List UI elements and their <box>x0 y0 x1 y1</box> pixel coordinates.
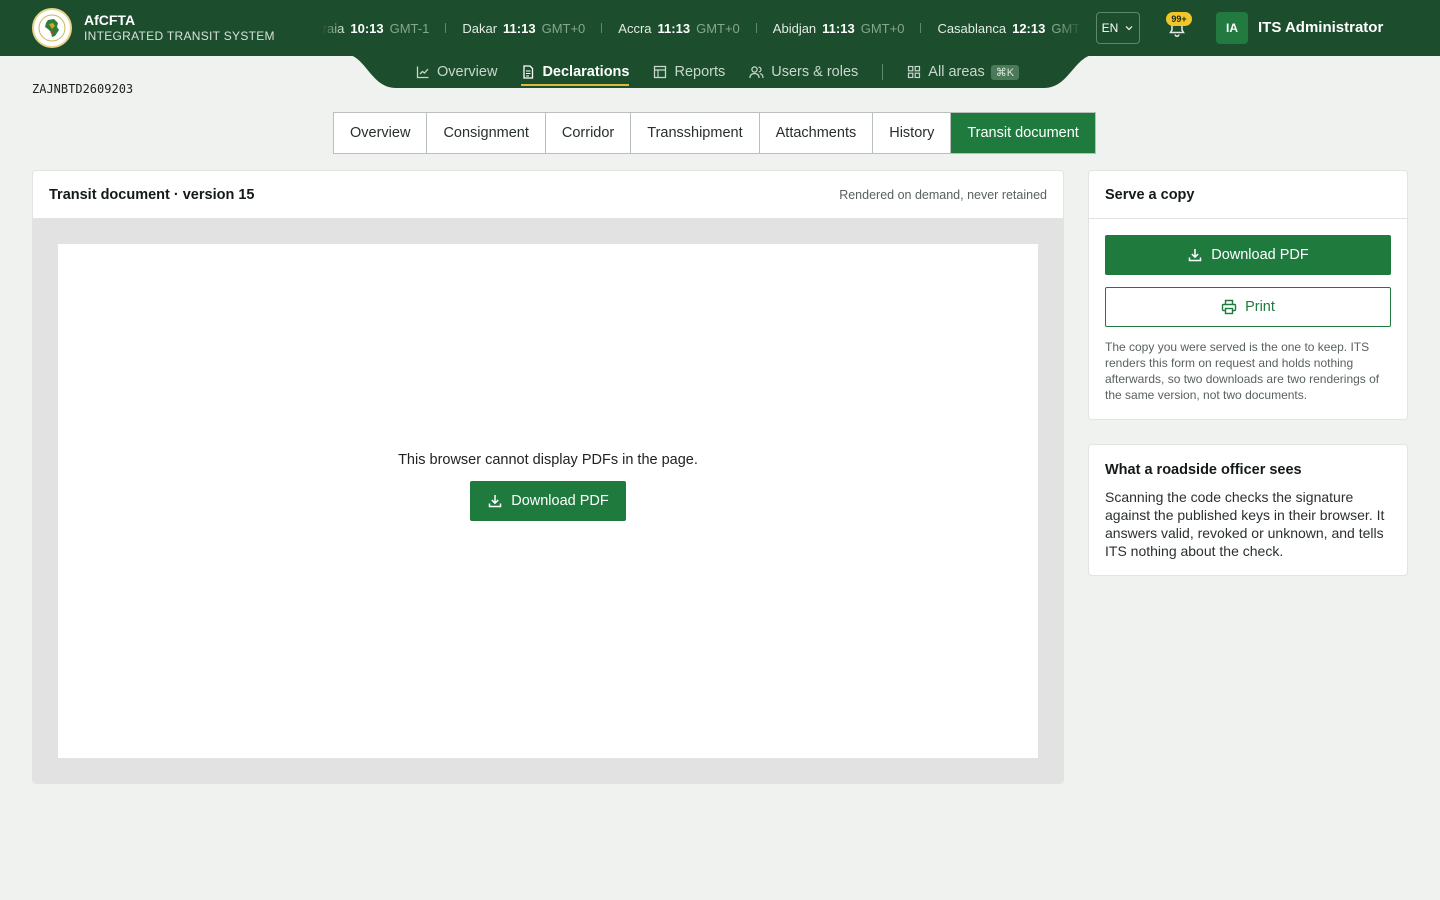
pdf-viewer: This browser cannot display PDFs in the … <box>33 219 1063 783</box>
language-value: EN <box>1101 21 1119 35</box>
brand-title: AfCFTA <box>84 11 136 28</box>
clock-accra: Accra 11:13 GMT+0 <box>618 20 740 36</box>
print-label: Print <box>1245 299 1275 315</box>
table-icon <box>654 65 667 79</box>
main-nav: Overview Declarations Reports Users & ro… <box>416 56 1043 88</box>
download-pdf-label: Download PDF <box>511 492 609 509</box>
document-header: Transit document · version 15 Rendered o… <box>33 171 1063 219</box>
nav-users-roles[interactable]: Users & roles <box>749 57 858 87</box>
notification-badge: 99+ <box>1166 12 1192 26</box>
declaration-tabs: Overview Consignment Corridor Transshipm… <box>333 112 1096 154</box>
clock-casablanca: Casablanca12:13GMT+1 <box>937 20 1082 36</box>
tab-history[interactable]: History <box>873 113 952 153</box>
serve-copy-title: Serve a copy <box>1105 186 1195 203</box>
download-icon <box>1188 249 1202 262</box>
download-pdf-button[interactable]: Download PDF <box>470 480 626 521</box>
document-note: Rendered on demand, never retained <box>839 187 1047 202</box>
tab-transshipment[interactable]: Transshipment <box>631 113 760 153</box>
tab-transit-document[interactable]: Transit document <box>951 113 1095 153</box>
roadside-officer-card: What a roadside officer sees Scanning th… <box>1088 444 1408 576</box>
clock-praia: Praia10:13GMT-1 <box>322 20 430 36</box>
tab-consignment[interactable]: Consignment <box>427 113 546 153</box>
clock-abidjan: Abidjan 11:13 GMT+0 <box>772 20 905 36</box>
nav-overview[interactable]: Overview <box>416 57 497 87</box>
printer-icon <box>1221 299 1237 315</box>
document-title: Transit document · version 15 <box>49 186 255 203</box>
serve-copy-note: The copy you were served is the one to k… <box>1105 340 1380 402</box>
tab-corridor[interactable]: Corridor <box>546 113 632 153</box>
tab-overview[interactable]: Overview <box>334 113 428 153</box>
pdf-fallback-message: This browser cannot display PDFs in the … <box>398 451 698 468</box>
pdf-page: This browser cannot display PDFs in the … <box>58 244 1038 758</box>
download-icon <box>488 494 502 507</box>
grid-icon <box>908 65 921 79</box>
nav-all-areas[interactable]: All areas ⌘K <box>907 57 1020 87</box>
language-select[interactable]: EN <box>1096 12 1140 44</box>
clock-dakar: Dakar 11:13 GMT+0 <box>462 20 586 36</box>
transit-document-panel: Transit document · version 15 Rendered o… <box>32 170 1064 784</box>
declaration-reference: ZAJNBTD2609203 <box>32 82 134 96</box>
document-icon <box>523 65 534 79</box>
serve-download-pdf-label: Download PDF <box>1211 247 1309 263</box>
avatar[interactable]: IA <box>1216 12 1248 44</box>
nav-declarations[interactable]: Declarations <box>521 57 630 87</box>
users-icon <box>749 66 764 79</box>
nav-divider <box>882 64 884 80</box>
serve-download-pdf-button[interactable]: Download PDF <box>1105 235 1391 275</box>
shortcut-hint: ⌘K <box>990 64 1020 80</box>
tab-attachments[interactable]: Attachments <box>760 113 874 153</box>
user-name[interactable]: ITS Administrator <box>1258 19 1383 36</box>
afcfta-logo <box>32 8 72 48</box>
nav-reports[interactable]: Reports <box>653 57 725 87</box>
brand-subtitle: INTEGRATED TRANSIT SYSTEM <box>84 28 275 43</box>
world-clocks: Praia10:13GMT-1 Dakar11:13GMT+0 Accra11:… <box>322 0 1082 56</box>
print-button[interactable]: Print <box>1105 287 1391 327</box>
chart-line-icon <box>416 66 429 79</box>
chevron-down-icon <box>1125 26 1133 31</box>
serve-copy-card: Serve a copy Download PDF Print The copy… <box>1088 170 1408 420</box>
officer-text: Scanning the code checks the signature a… <box>1105 489 1385 559</box>
chevron-down-icon[interactable] <box>1390 22 1402 34</box>
officer-title: What a roadside officer sees <box>1105 462 1302 478</box>
brand[interactable]: AfCFTA INTEGRATED TRANSIT SYSTEM <box>32 8 275 48</box>
